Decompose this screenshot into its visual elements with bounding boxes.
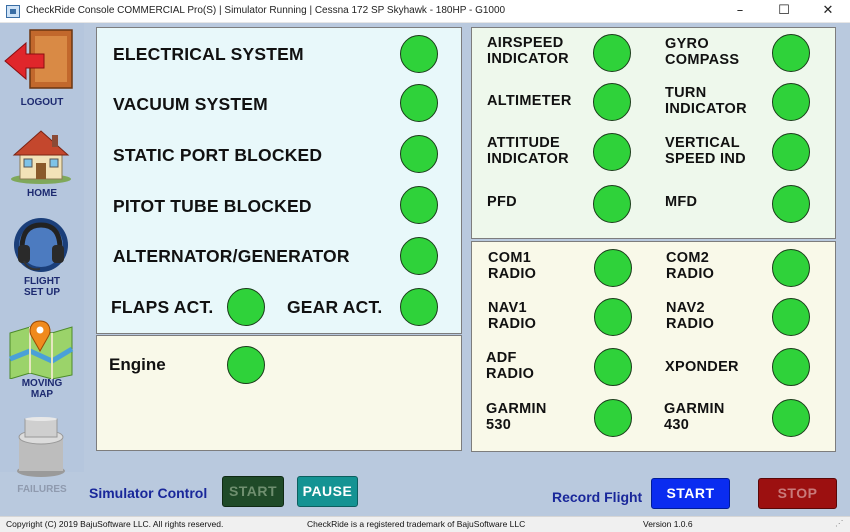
altimeter-lamp[interactable] bbox=[593, 83, 631, 121]
sidebar-item-label-line2: MAP bbox=[30, 389, 54, 400]
sidebar-item-failures: FAILURES bbox=[0, 415, 84, 495]
minimize-button[interactable]: – bbox=[718, 0, 762, 23]
simulator-start-button[interactable]: START bbox=[222, 476, 284, 507]
turn-indicator-lamp[interactable] bbox=[772, 83, 810, 121]
headset-icon bbox=[14, 218, 68, 272]
sidebar-item-label: HOME bbox=[27, 188, 57, 199]
engine-panel: Engine bbox=[96, 335, 462, 451]
simulator-pause-button[interactable]: PAUSE bbox=[297, 476, 358, 507]
failures-knob-icon bbox=[17, 417, 65, 477]
xponder-lamp[interactable] bbox=[772, 348, 810, 386]
engine-lamp[interactable] bbox=[227, 346, 265, 384]
flaps-act-lamp[interactable] bbox=[227, 288, 265, 326]
com1-radio-lamp[interactable] bbox=[594, 249, 632, 287]
copyright-text: Copyright (C) 2019 BajuSoftware LLC. All… bbox=[6, 519, 224, 529]
pfd-lamp[interactable] bbox=[593, 185, 631, 223]
attitude-indicator-lamp[interactable] bbox=[593, 133, 631, 171]
systems-failure-panel: ELECTRICAL SYSTEM VACUUM SYSTEM STATIC P… bbox=[96, 27, 462, 334]
app-client-area: LOGOUT HOME FLIGHT SET UP MOVING MAP FAI… bbox=[0, 23, 850, 516]
simulator-control-label: Simulator Control bbox=[89, 485, 208, 501]
version-text: Version 1.0.6 bbox=[643, 519, 693, 529]
attitude-indicator-label: ATTITUDE INDICATOR bbox=[487, 135, 569, 167]
airspeed-indicator-label: AIRSPEED INDICATOR bbox=[487, 35, 569, 67]
airspeed-indicator-lamp[interactable] bbox=[593, 34, 631, 72]
nav1-radio-lamp[interactable] bbox=[594, 298, 632, 336]
com2-radio-label: COM2 RADIO bbox=[666, 250, 715, 282]
vacuum-system-lamp[interactable] bbox=[400, 84, 438, 122]
adf-radio-label: ADF RADIO bbox=[486, 350, 535, 382]
flaps-act-label: FLAPS ACT. bbox=[111, 297, 214, 317]
control-bar: Simulator Control START PAUSE Record Fli… bbox=[84, 472, 850, 516]
instruments-failure-panel: AIRSPEED INDICATOR ALTIMETER ATTITUDE INDI… bbox=[471, 27, 836, 239]
garmin-530-lamp[interactable] bbox=[594, 399, 632, 437]
sidebar-item-home[interactable]: HOME bbox=[0, 123, 84, 203]
nav2-radio-label: NAV2 RADIO bbox=[666, 300, 715, 332]
turn-indicator-label: TURN INDICATOR bbox=[665, 85, 747, 117]
gear-act-lamp[interactable] bbox=[400, 288, 438, 326]
electrical-system-label: ELECTRICAL SYSTEM bbox=[113, 44, 304, 64]
xponder-label: XPONDER bbox=[665, 359, 739, 375]
garmin-530-label: GARMIN 530 bbox=[486, 401, 547, 433]
close-button[interactable]: ✕ bbox=[806, 0, 850, 23]
window-title: CheckRide Console COMMERCIAL Pro(S) | Si… bbox=[26, 5, 506, 16]
vertical-speed-ind-label: VERTICAL SPEED IND bbox=[665, 135, 746, 167]
electrical-system-lamp[interactable] bbox=[400, 35, 438, 73]
mfd-label: MFD bbox=[665, 194, 698, 210]
gyro-compass-lamp[interactable] bbox=[772, 34, 810, 72]
app-icon bbox=[6, 5, 20, 18]
garmin-430-label: GARMIN 430 bbox=[664, 401, 725, 433]
static-port-blocked-label: STATIC PORT BLOCKED bbox=[113, 145, 323, 165]
sidebar-item-logout[interactable]: LOGOUT bbox=[0, 25, 84, 113]
resize-grip-icon[interactable]: ⋰ bbox=[835, 518, 844, 529]
sidebar-item-label-line1: FLIGHT bbox=[23, 276, 61, 287]
nav1-radio-label: NAV1 RADIO bbox=[488, 300, 537, 332]
status-bar: Copyright (C) 2019 BajuSoftware LLC. All… bbox=[0, 516, 850, 532]
com1-radio-label: COM1 RADIO bbox=[488, 250, 537, 282]
window-titlebar: CheckRide Console COMMERCIAL Pro(S) | Si… bbox=[0, 0, 850, 23]
record-stop-button[interactable]: STOP bbox=[758, 478, 837, 509]
logout-door-arrow-icon bbox=[4, 29, 73, 89]
pfd-label: PFD bbox=[487, 194, 517, 210]
vacuum-system-label: VACUUM SYSTEM bbox=[113, 94, 268, 114]
sidebar: LOGOUT HOME FLIGHT SET UP MOVING MAP FAI… bbox=[0, 23, 84, 495]
sidebar-item-label: FAILURES bbox=[17, 484, 67, 495]
adf-radio-lamp[interactable] bbox=[594, 348, 632, 386]
sidebar-item-label-line1: MOVING bbox=[21, 378, 63, 389]
record-start-button[interactable]: START bbox=[651, 478, 730, 509]
altimeter-label: ALTIMETER bbox=[487, 93, 572, 109]
engine-label: Engine bbox=[109, 355, 166, 374]
mfd-lamp[interactable] bbox=[772, 185, 810, 223]
static-port-blocked-lamp[interactable] bbox=[400, 135, 438, 173]
radios-failure-panel: COM1 RADIO NAV1 RADIO ADF RADIO GARMIN 530 C… bbox=[471, 241, 836, 452]
nav2-radio-lamp[interactable] bbox=[772, 298, 810, 336]
alternator-generator-lamp[interactable] bbox=[400, 237, 438, 275]
com2-radio-lamp[interactable] bbox=[772, 249, 810, 287]
gyro-compass-label: GYRO COMPASS bbox=[665, 36, 740, 68]
sidebar-item-label-line2: SET UP bbox=[23, 287, 61, 298]
alternator-generator-label: ALTERNATOR/GENERATOR bbox=[113, 246, 350, 266]
pitot-tube-blocked-label: PITOT TUBE BLOCKED bbox=[113, 196, 312, 216]
gear-act-label: GEAR ACT. bbox=[287, 297, 383, 317]
sidebar-item-label: LOGOUT bbox=[20, 97, 64, 108]
pitot-tube-blocked-lamp[interactable] bbox=[400, 186, 438, 224]
vertical-speed-ind-lamp[interactable] bbox=[772, 133, 810, 171]
maximize-button[interactable]: ☐ bbox=[762, 0, 806, 23]
sidebar-item-moving-map[interactable]: MOVING MAP bbox=[0, 319, 84, 403]
map-pin-icon bbox=[9, 320, 74, 379]
trademark-text: CheckRide is a registered trademark of B… bbox=[307, 519, 526, 529]
sidebar-item-flight-setup[interactable]: FLIGHT SET UP bbox=[0, 213, 84, 303]
house-icon bbox=[11, 130, 71, 184]
garmin-430-lamp[interactable] bbox=[772, 399, 810, 437]
record-flight-label: Record Flight bbox=[552, 489, 643, 505]
